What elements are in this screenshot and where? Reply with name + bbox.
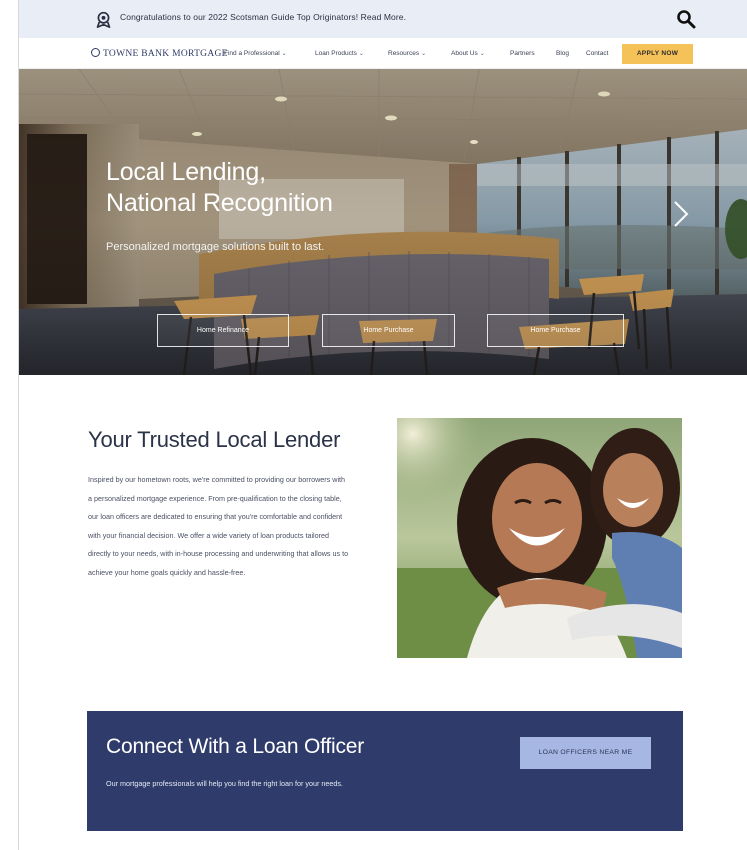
hero-title-line-1: Local Lending, [106,158,266,186]
chevron-down-icon: ⌄ [421,51,427,57]
nav-item-label: Find a Professional [224,50,280,57]
apply-now-button[interactable]: APPLY NOW [622,44,693,64]
hero-title: Local Lending, National Recognition [106,157,333,219]
nav-item-resources[interactable]: Resources ⌄ [388,50,426,57]
nav-item-loan-products[interactable]: Loan Products ⌄ [315,50,364,57]
home-refinance-button[interactable]: Home Refinance [157,314,289,347]
page: Congratulations to our 2022 Scotsman Gui… [18,0,747,850]
logo-mark-icon [91,48,100,57]
connect-body: Our mortgage professionals will help you… [106,779,343,788]
award-ribbon-icon [96,11,111,28]
nav-item-contact[interactable]: Contact [586,50,608,57]
site-logo[interactable]: TOWNE BANK MORTGAGE [91,48,228,59]
home-purchase-button-secondary[interactable]: Home Purchase [487,314,624,347]
chevron-right-icon[interactable] [671,199,691,229]
home-purchase-button[interactable]: Home Purchase [322,314,455,347]
nav-item-label: Resources [388,50,420,57]
nav-item-label: About Us [451,50,478,57]
chevron-down-icon: ⌄ [479,51,485,57]
nav-item-label: Loan Products [315,50,357,57]
loan-officers-near-me-button[interactable]: LOAN OFFICERS NEAR ME [520,737,651,769]
nav-item-blog[interactable]: Blog [556,50,569,57]
nav-item-partners[interactable]: Partners [510,50,535,57]
trusted-lender-heading: Your Trusted Local Lender [88,427,341,452]
chevron-down-icon: ⌄ [281,51,287,57]
trusted-lender-body: Inspired by our hometown roots, we're co… [88,475,349,577]
logo-text: TOWNE BANK MORTGAGE [103,49,228,59]
connect-heading: Connect With a Loan Officer [106,735,365,758]
connect-loan-officer-banner: Connect With a Loan Officer Our mortgage… [87,711,683,831]
search-icon[interactable] [676,9,696,29]
family-photo [397,418,682,658]
main-nav: TOWNE BANK MORTGAGE Find a Professional ⌄… [19,38,747,69]
hero-title-line-2: National Recognition [106,189,333,217]
nav-item-find-a-professional[interactable]: Find a Professional ⌄ [224,50,287,57]
announcement-bar: Congratulations to our 2022 Scotsman Gui… [19,0,747,38]
announcement-link[interactable]: Congratulations to our 2022 Scotsman Gui… [120,12,406,22]
family-photo-image [397,418,682,658]
hero-banner: Local Lending, National Recognition Pers… [19,69,747,375]
chevron-down-icon: ⌄ [358,51,364,57]
hero-subtitle: Personalized mortgage solutions built to… [106,241,325,253]
nav-item-about-us[interactable]: About Us ⌄ [451,50,485,57]
